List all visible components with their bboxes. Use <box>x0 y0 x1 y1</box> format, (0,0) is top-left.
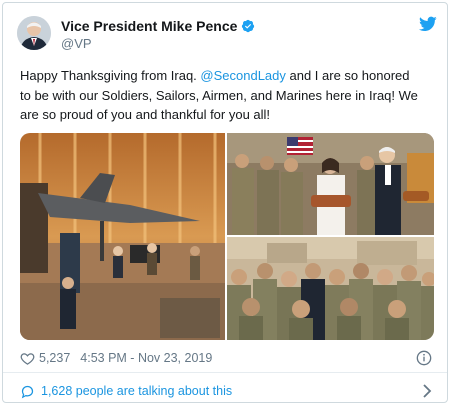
verified-badge-icon <box>241 19 255 33</box>
like-count[interactable]: 5,237 <box>39 351 70 365</box>
speech-bubble-icon <box>20 384 35 399</box>
handle[interactable]: @VP <box>61 36 92 51</box>
tweet-header: Vice President Mike Pence @VP <box>17 14 437 54</box>
media-grid <box>20 133 434 340</box>
heart-icon[interactable] <box>20 351 35 366</box>
tweet-text: Happy Thanksgiving from Iraq. @SecondLad… <box>20 66 420 125</box>
name-row: Vice President Mike Pence <box>61 18 255 34</box>
chevron-right-icon <box>422 384 432 398</box>
twitter-bird-icon[interactable] <box>419 16 437 32</box>
photo-group-troops[interactable] <box>227 237 434 340</box>
photo-drone-hangar[interactable] <box>20 133 225 340</box>
avatar[interactable] <box>17 16 51 50</box>
tweet-meta: 5,237 4:53 PM - Nov 23, 2019 <box>20 349 434 367</box>
divider <box>3 372 447 373</box>
talking-link[interactable]: 1,628 people are talking about this <box>20 382 432 400</box>
talking-label: 1,628 people are talking about this <box>41 384 233 398</box>
display-name[interactable]: Vice President Mike Pence <box>61 18 237 34</box>
info-icon[interactable] <box>416 350 432 366</box>
tweet-card[interactable]: Vice President Mike Pence @VP Happy Than… <box>2 2 448 403</box>
tweet-text-part-1: Happy Thanksgiving from Iraq. <box>20 68 201 83</box>
timestamp[interactable]: 4:53 PM - Nov 23, 2019 <box>80 351 212 365</box>
mention-link[interactable]: @SecondLady <box>200 68 285 83</box>
photo-serving-food[interactable] <box>227 133 434 235</box>
